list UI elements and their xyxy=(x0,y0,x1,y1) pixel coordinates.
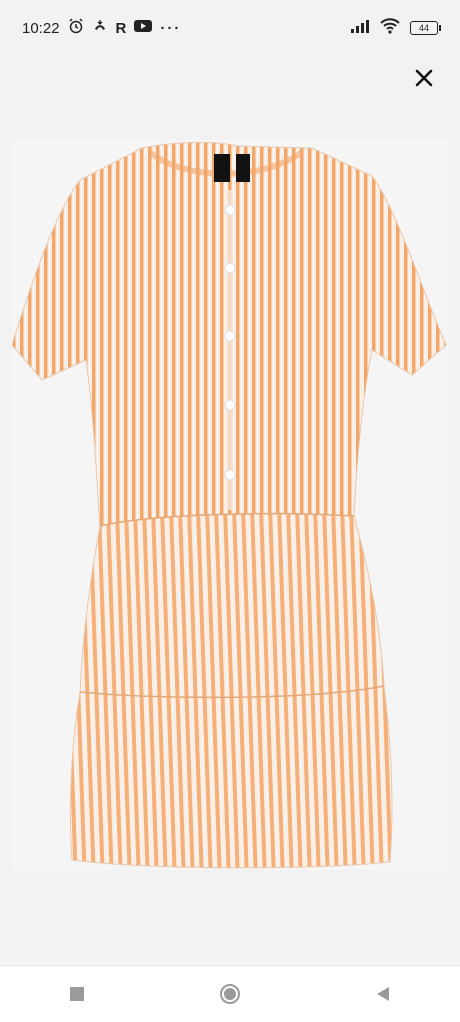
close-button[interactable] xyxy=(410,64,438,92)
battery-level: 44 xyxy=(418,23,429,33)
wifi-icon xyxy=(380,17,400,39)
close-icon xyxy=(415,69,433,87)
signal-icon xyxy=(350,19,370,38)
system-nav-bar xyxy=(0,965,460,1022)
alarm-icon xyxy=(68,18,84,38)
status-letter: R xyxy=(115,19,127,37)
recents-icon xyxy=(69,987,84,1001)
home-button[interactable] xyxy=(210,974,250,1014)
status-right: 44 xyxy=(350,17,441,39)
status-bar: 10:22 R ··· 44 xyxy=(0,0,460,56)
call-icon xyxy=(92,18,108,38)
product-image[interactable] xyxy=(11,140,448,870)
more-icon: ··· xyxy=(160,19,182,37)
back-icon xyxy=(377,987,390,1001)
status-left: 10:22 R ··· xyxy=(22,18,181,38)
recents-button[interactable] xyxy=(57,974,97,1014)
home-icon xyxy=(219,984,240,1004)
dress-illustration xyxy=(11,141,447,869)
back-button[interactable] xyxy=(363,974,403,1014)
status-time: 10:22 xyxy=(22,19,60,37)
youtube-icon xyxy=(134,19,153,37)
battery-icon: 44 xyxy=(410,21,441,35)
